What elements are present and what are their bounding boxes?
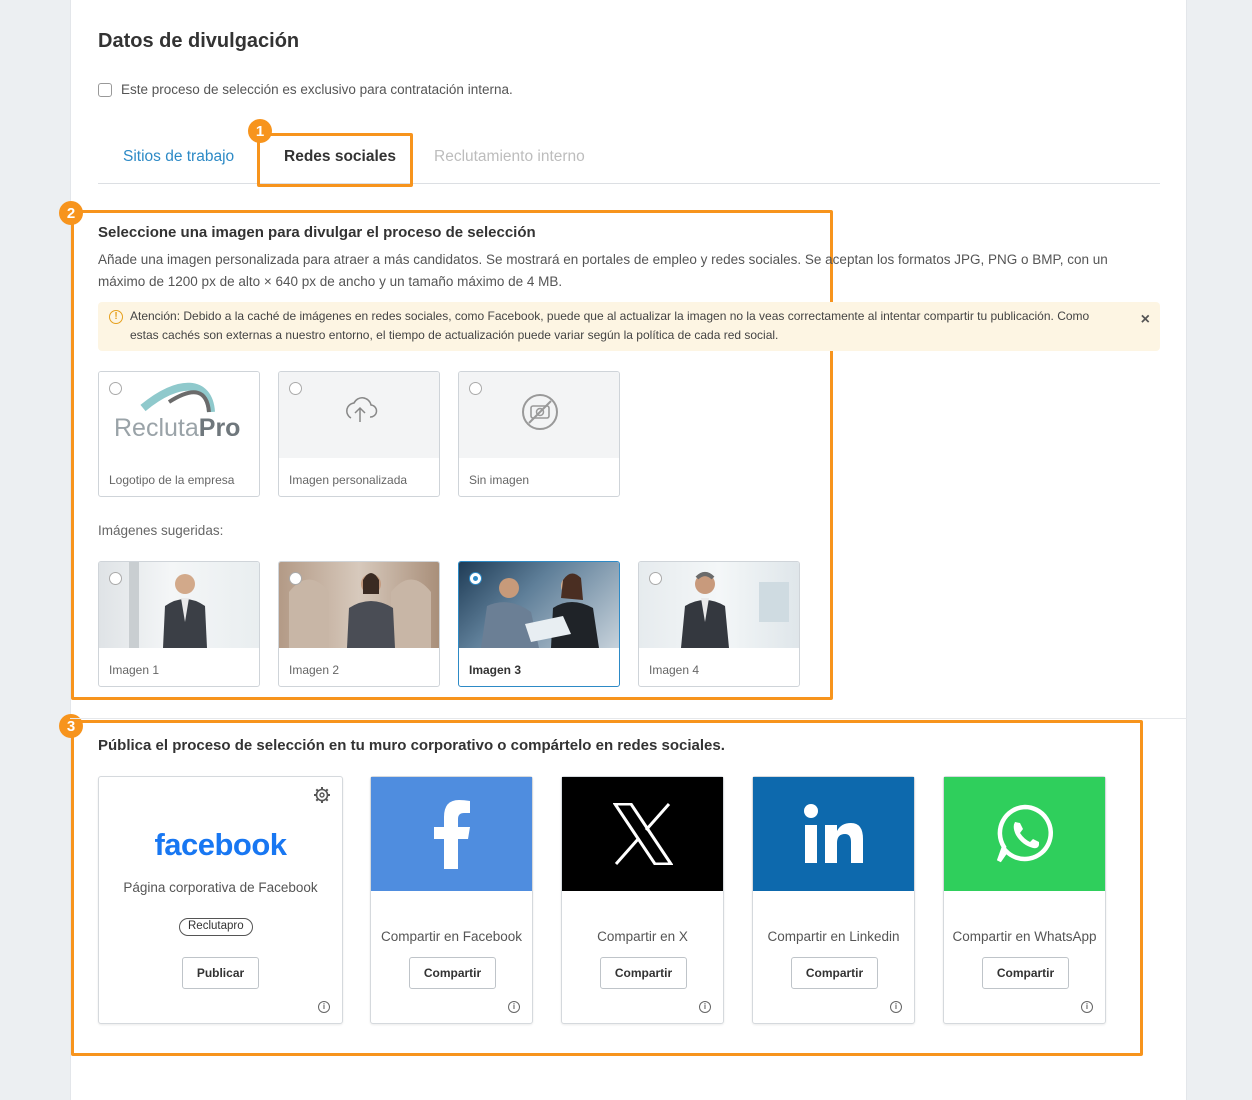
- radio-image-4[interactable]: [649, 572, 662, 585]
- businesswoman-photo: [289, 573, 431, 648]
- facebook-wordmark: facebook: [154, 827, 287, 862]
- suggested-image-label: Imagen 3: [469, 663, 522, 677]
- linkedin-logo-tile: [753, 777, 914, 891]
- custom-image-thumb: [279, 372, 439, 458]
- share-whatsapp-label: Compartir en WhatsApp: [952, 929, 1097, 944]
- share-facebook-card: Compartir en Facebook Compartir i: [370, 776, 533, 1024]
- alert-close-button[interactable]: ×: [1141, 310, 1150, 329]
- tab-sitios-de-trabajo[interactable]: Sitios de trabajo: [123, 148, 234, 166]
- suggested-image-2[interactable]: Imagen 2: [278, 561, 440, 687]
- radio-image-3[interactable]: [469, 572, 482, 585]
- suggested-image-label: Imagen 1: [109, 663, 160, 677]
- radio-image-2[interactable]: [289, 572, 302, 585]
- option-label: Logotipo de la empresa: [109, 473, 235, 487]
- share-linkedin-button[interactable]: Compartir: [791, 957, 878, 989]
- businessman-photo: [129, 562, 207, 648]
- whatsapp-icon: [996, 804, 1053, 863]
- radio-no-image[interactable]: [469, 382, 482, 395]
- suggested-images-label: Imágenes sugeridas:: [98, 523, 224, 538]
- logo-text-pro: Pro: [198, 414, 241, 442]
- image-3-photo: [459, 562, 619, 648]
- no-camera-icon: [522, 394, 558, 430]
- info-icon[interactable]: i: [318, 1001, 330, 1013]
- step-marker-1: 1: [248, 119, 272, 143]
- share-section-divider: [70, 718, 1187, 719]
- option-label: Sin imagen: [469, 473, 530, 487]
- x-logo-tile: [562, 777, 723, 891]
- share-x-card: Compartir en X Compartir i: [561, 776, 724, 1024]
- no-image-thumb: [459, 372, 619, 458]
- info-icon[interactable]: i: [508, 1001, 520, 1013]
- facebook-logo-tile: [371, 777, 532, 891]
- gear-icon[interactable]: [313, 786, 331, 809]
- suggested-image-4[interactable]: Imagen 4: [638, 561, 800, 687]
- company-logo-wordmark: ReclutaPro: [114, 414, 240, 443]
- share-linkedin-card: Compartir en Linkedin Compartir i: [752, 776, 915, 1024]
- info-icon[interactable]: i: [1081, 1001, 1093, 1013]
- share-facebook-button[interactable]: Compartir: [409, 957, 496, 989]
- suggested-image-3[interactable]: Imagen 3: [458, 561, 620, 687]
- info-icon[interactable]: i: [890, 1001, 902, 1013]
- facebook-icon: [433, 800, 470, 869]
- share-x-button[interactable]: Compartir: [600, 957, 687, 989]
- internal-hiring-checkbox-label: Este proceso de selección es exclusivo p…: [121, 82, 513, 97]
- image-2-photo: [279, 562, 439, 648]
- cache-alert-text: Atención: Debido a la caché de imágenes …: [130, 309, 1090, 342]
- page-name-badge: Reclutapro: [179, 918, 253, 936]
- share-whatsapp-button[interactable]: Compartir: [982, 957, 1069, 989]
- option-label: Imagen personalizada: [289, 473, 408, 487]
- suggested-image-1[interactable]: Imagen 1: [98, 561, 260, 687]
- info-icon[interactable]: i: [699, 1001, 711, 1013]
- radio-company-logo[interactable]: [109, 382, 122, 395]
- image-section-heading: Seleccione una imagen para divulgar el p…: [98, 224, 536, 241]
- corporate-page-label: Página corporativa de Facebook: [123, 880, 318, 895]
- facebook-corporate-card: facebook Página corporativa de Facebook …: [98, 776, 343, 1024]
- x-icon: [612, 803, 673, 865]
- image-section-description: Añade una imagen personalizada para atra…: [98, 252, 1108, 289]
- suggested-image-label: Imagen 2: [289, 663, 340, 677]
- option-custom-image[interactable]: Imagen personalizada: [278, 371, 440, 497]
- logo-text-recluta: Recluta: [114, 414, 199, 442]
- radio-image-1[interactable]: [109, 572, 122, 585]
- whatsapp-logo-tile: [944, 777, 1105, 891]
- highlight-box-tab: [257, 133, 413, 187]
- step-marker-2: 2: [59, 201, 83, 225]
- suggested-image-label: Imagen 4: [649, 663, 700, 677]
- senior-businessman-photo: [681, 572, 789, 648]
- share-linkedin-label: Compartir en Linkedin: [767, 929, 900, 944]
- share-whatsapp-card: Compartir en WhatsApp Compartir i: [943, 776, 1106, 1024]
- option-no-image[interactable]: Sin imagen: [458, 371, 620, 497]
- image-4-photo: [639, 562, 799, 648]
- upload-cloud-icon: [346, 397, 378, 422]
- warning-icon: !: [109, 310, 123, 324]
- linkedin-icon: [803, 804, 863, 863]
- internal-hiring-checkbox[interactable]: [98, 82, 112, 97]
- publish-button[interactable]: Publicar: [182, 957, 259, 989]
- page-title: Datos de divulgación: [98, 30, 300, 52]
- internal-hiring-checkbox-row[interactable]: Este proceso de selección es exclusivo p…: [98, 82, 513, 97]
- company-logo-thumb: ReclutaPro: [99, 372, 259, 458]
- image-1-photo: [99, 562, 259, 648]
- share-section-heading: Pública el proceso de selección en tu mu…: [98, 737, 725, 754]
- gear-icon-svg: [314, 787, 330, 803]
- option-company-logo[interactable]: ReclutaPro Logotipo de la empresa: [98, 371, 260, 497]
- share-facebook-label: Compartir en Facebook: [380, 929, 523, 944]
- business-meeting-photo: [481, 573, 599, 648]
- radio-custom-image[interactable]: [289, 382, 302, 395]
- tab-reclutamiento-interno: Reclutamiento interno: [434, 148, 585, 165]
- cache-alert: ! Atención: Debido a la caché de imágene…: [98, 302, 1160, 351]
- share-x-label: Compartir en X: [597, 929, 688, 944]
